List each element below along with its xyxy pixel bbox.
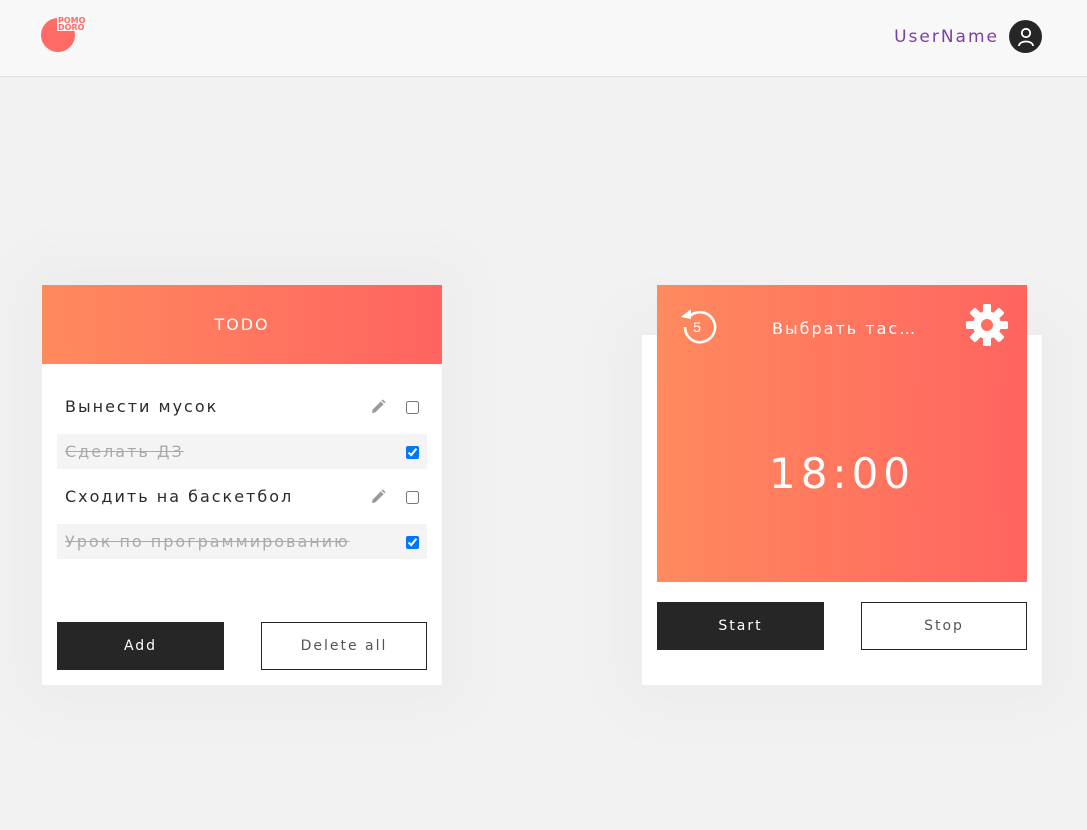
start-button[interactable]: Start (657, 602, 824, 650)
todo-card: TODO Вынести мусок Сделать ДЗ Сходить на… (42, 285, 442, 685)
pencil-icon[interactable] (370, 489, 386, 505)
add-button[interactable]: Add (57, 622, 224, 670)
pencil-icon[interactable] (370, 399, 386, 415)
username[interactable]: UserName (894, 27, 999, 47)
todo-title: TODO (214, 315, 270, 334)
timer-panel: 5 Выбрать тас… 18:00 (657, 285, 1027, 582)
logo-word: POMO DORO (57, 17, 87, 32)
gear-icon[interactable] (965, 303, 1009, 347)
todo-item-label: Урок по программированию (65, 532, 350, 551)
todo-item-checkbox[interactable] (406, 446, 419, 459)
replay-value: 5 (693, 319, 701, 335)
stop-button[interactable]: Stop (861, 602, 1027, 650)
todo-item[interactable]: Сходить на баскетбол (57, 479, 427, 514)
header: POMO DORO UserName (0, 0, 1087, 77)
stop-button-label: Stop (924, 618, 964, 634)
start-button-label: Start (718, 618, 763, 634)
todo-item-checkbox[interactable] (406, 491, 419, 504)
replay-5-icon[interactable]: 5 (677, 303, 717, 347)
delete-all-button[interactable]: Delete all (261, 622, 427, 670)
task-select[interactable]: Выбрать тас… (772, 319, 922, 338)
todo-item[interactable]: Вынести мусок (57, 389, 427, 424)
todo-item-label: Вынести мусок (65, 397, 219, 416)
logo-text-bottom: DORO (57, 24, 87, 32)
todo-item-checkbox[interactable] (406, 401, 419, 414)
todo-item[interactable]: Сделать ДЗ (57, 434, 427, 469)
user-icon[interactable] (1009, 20, 1042, 53)
todo-item-checkbox[interactable] (406, 536, 419, 549)
user-menu[interactable]: UserName (894, 20, 1042, 53)
todo-item-label: Сделать ДЗ (65, 442, 184, 461)
delete-all-button-label: Delete all (300, 638, 388, 654)
todo-header: TODO (42, 285, 442, 364)
timer-display: 18:00 (768, 449, 916, 498)
add-button-label: Add (123, 638, 158, 654)
pomodoro-logo[interactable]: POMO DORO (41, 17, 89, 53)
todo-item-label: Сходить на баскетбол (65, 487, 294, 506)
todo-item[interactable]: Урок по программированию (57, 524, 427, 559)
